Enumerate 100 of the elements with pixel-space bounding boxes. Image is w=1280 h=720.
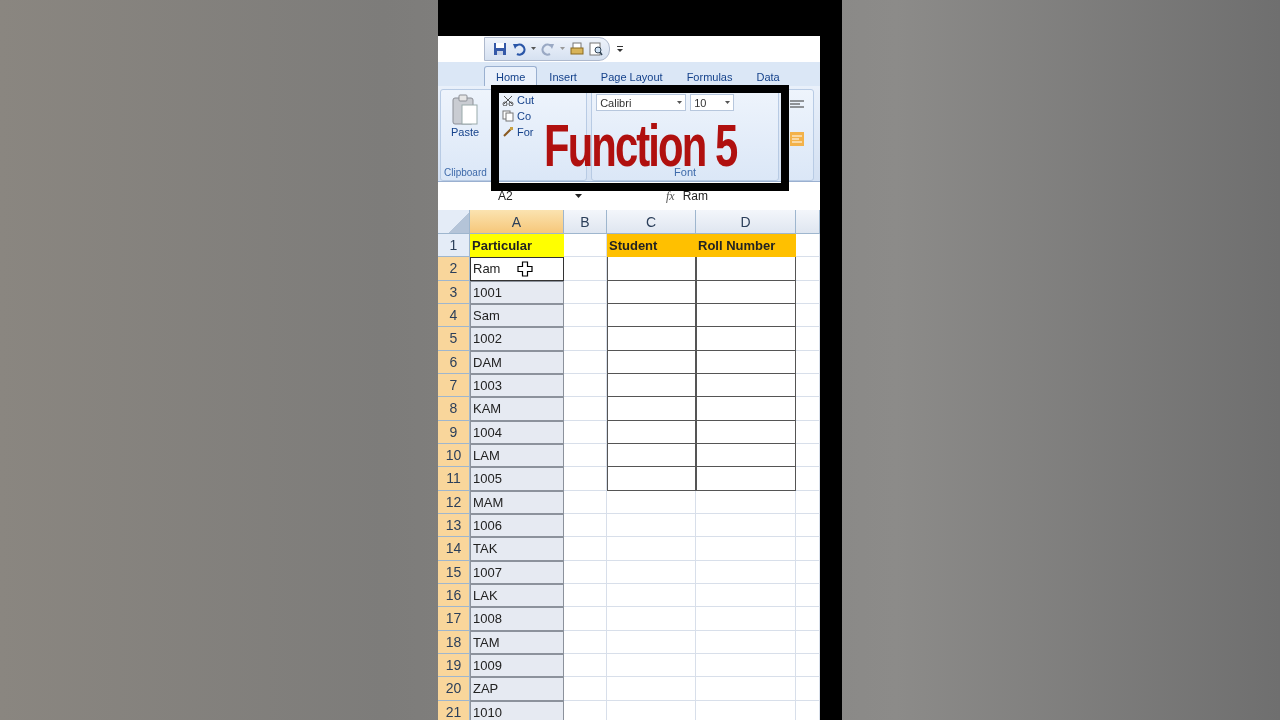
table-cell: DAM (470, 350, 564, 374)
table-cell: 1002 (470, 327, 564, 351)
table-cell: 1004 (470, 420, 564, 444)
clipboard-icon (451, 94, 479, 126)
clipboard-command[interactable]: Cut (502, 94, 535, 106)
empty-cell (796, 583, 820, 608)
group-label: Font (674, 166, 697, 178)
row-header[interactable]: 12 (438, 490, 470, 514)
row-header[interactable]: 8 (438, 397, 470, 421)
table-cell: LAM (470, 443, 564, 468)
table-cell: TAM (470, 630, 564, 654)
customize-icon[interactable] (616, 45, 624, 53)
print-icon[interactable] (570, 42, 584, 56)
table-cell: Particular (470, 234, 564, 258)
table-cell: ZAP (470, 677, 564, 701)
empty-cell (796, 443, 820, 468)
row-header[interactable]: 2 (438, 257, 470, 281)
function-label[interactable]: fx (666, 188, 675, 204)
row-header[interactable]: 21 (438, 700, 470, 720)
ribbon-tab[interactable]: Page Layout (588, 66, 675, 86)
row-header[interactable]: 14 (438, 537, 470, 561)
dropdown-icon (677, 100, 683, 105)
dropdown-icon[interactable] (531, 47, 536, 51)
table-cell: 1006 (470, 513, 564, 538)
ribbon-tab[interactable]: Home (484, 66, 538, 86)
print-preview-icon[interactable] (589, 42, 603, 56)
table-cell: LAK (470, 583, 564, 608)
row-header[interactable]: 9 (438, 420, 470, 444)
cursor-icon (517, 261, 533, 278)
select-all-button[interactable] (438, 210, 470, 234)
row-header[interactable]: 20 (438, 677, 470, 701)
dropdown-icon (725, 100, 731, 105)
ribbon-tab[interactable]: Insert (537, 66, 589, 86)
copy-icon (502, 110, 514, 122)
font-name-field[interactable]: Calibri (596, 94, 687, 111)
empty-cell (796, 397, 820, 421)
group-label: Clipboard (444, 167, 488, 178)
row-header[interactable]: 3 (438, 280, 470, 304)
table-cell: 1008 (470, 607, 564, 631)
save-icon[interactable] (493, 42, 507, 56)
overlay-title: Function 5 (543, 121, 737, 169)
column-header[interactable]: D (696, 210, 796, 234)
empty-cell (796, 327, 820, 351)
row-header[interactable]: 18 (438, 630, 470, 654)
empty-cell (796, 257, 820, 281)
empty-cell (796, 560, 820, 584)
column-header[interactable] (796, 210, 820, 234)
ribbon-tab[interactable]: Formulas (674, 66, 745, 86)
empty-cell (796, 513, 820, 538)
empty-cell (796, 373, 820, 398)
row-header[interactable]: 10 (438, 443, 470, 468)
row-header[interactable]: 16 (438, 583, 470, 608)
table-cell: Ram (470, 257, 564, 281)
row-header[interactable]: 7 (438, 373, 470, 398)
table-cell: 1010 (470, 700, 564, 720)
clipboard-command[interactable]: Co (502, 110, 535, 122)
clipboard-command[interactable]: For (502, 126, 535, 138)
column-header[interactable]: A (470, 210, 564, 234)
scissors-icon (502, 94, 514, 106)
table-cell: KAM (470, 397, 564, 421)
empty-cell (796, 420, 820, 444)
table-cell: 1005 (470, 467, 564, 491)
dropdown-icon (575, 193, 582, 199)
row-header[interactable]: 11 (438, 467, 470, 491)
table-cell: 1007 (470, 560, 564, 584)
name-box[interactable]: A2 (438, 186, 588, 206)
ribbon-tab[interactable]: Data (744, 66, 792, 86)
redo-icon (541, 42, 555, 56)
empty-cell (796, 537, 820, 561)
paste-button[interactable]: Paste (445, 94, 485, 146)
row-header[interactable]: 5 (438, 327, 470, 351)
row-header[interactable]: 17 (438, 607, 470, 631)
column-header[interactable]: C (607, 210, 696, 234)
table-cell: 1009 (470, 653, 564, 678)
font-size-field[interactable]: 10 (690, 94, 735, 111)
empty-cell (796, 653, 820, 678)
empty-cell (796, 280, 820, 304)
row-header[interactable]: 19 (438, 653, 470, 678)
empty-cell (796, 490, 820, 514)
brush-icon (502, 126, 514, 138)
table-cell: 1003 (470, 373, 564, 398)
row-header[interactable]: 4 (438, 304, 470, 328)
empty-cell (796, 350, 820, 374)
empty-cell (796, 607, 820, 631)
row-header[interactable]: 6 (438, 350, 470, 374)
empty-cell (796, 304, 820, 328)
empty-cell (796, 467, 820, 491)
row-header[interactable]: 15 (438, 560, 470, 584)
table-cell: TAK (470, 537, 564, 561)
table-cell: Roll Number (696, 234, 796, 258)
row-header[interactable]: 13 (438, 513, 470, 538)
table-cell: Student (607, 234, 696, 258)
formula-field[interactable]: Ram (682, 189, 708, 203)
align-icon[interactable] (789, 100, 804, 110)
undo-icon[interactable] (512, 42, 526, 56)
column-header[interactable]: B (564, 210, 607, 234)
row-header[interactable]: 1 (438, 234, 470, 258)
table-cell: MAM (470, 490, 564, 514)
table-cell: 1001 (470, 280, 564, 304)
empty-cell (796, 630, 820, 654)
